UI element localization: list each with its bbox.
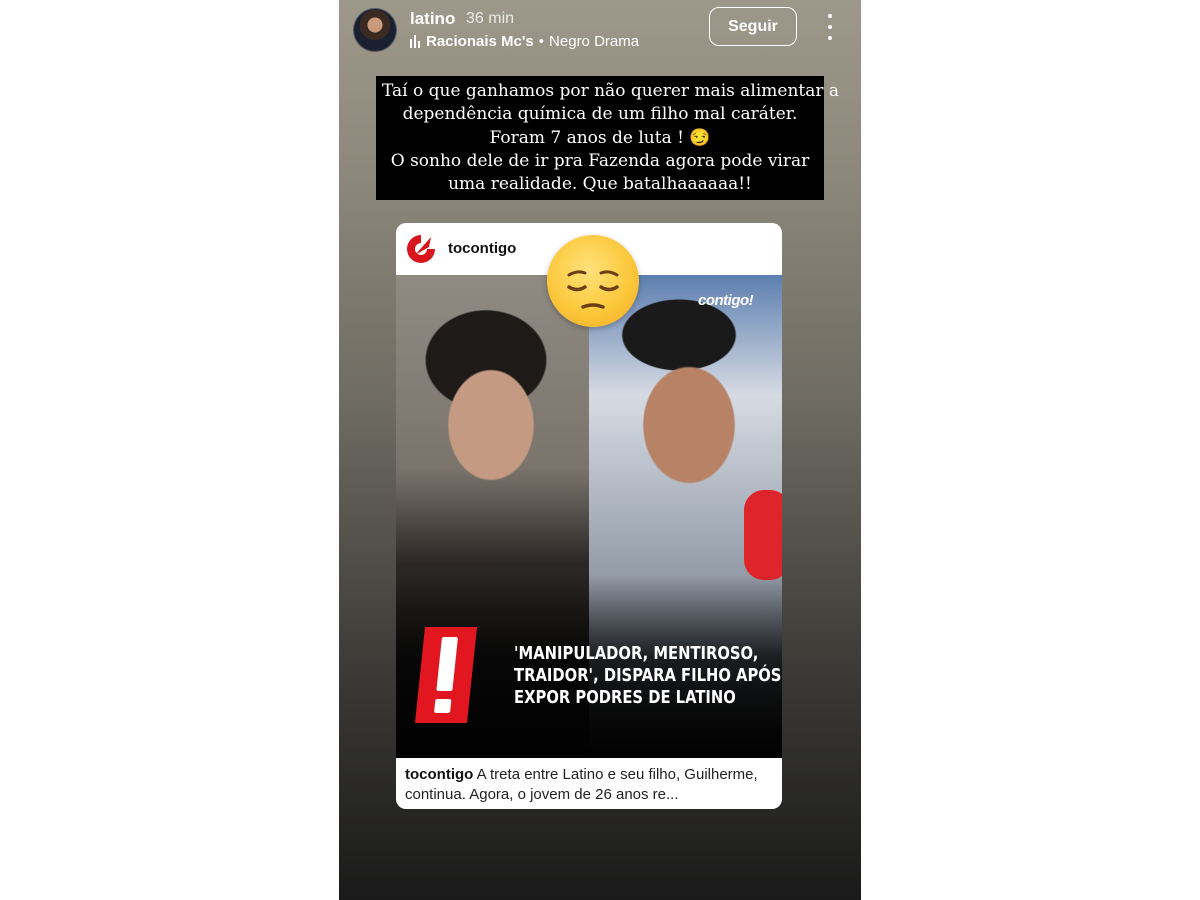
story-caption-text: Taí o que ganhamos por não querer mais a… [376, 76, 840, 201]
caption-line: uma realidade. Que batalhaaaaaa!! [448, 174, 752, 195]
caption-line: Foram 7 anos de luta ! 😏 [489, 127, 711, 148]
story-viewer: latino 36 min Racionais Mc's • Negro Dra… [339, 0, 861, 900]
tocontigo-logo-icon [405, 233, 437, 265]
profile-avatar[interactable] [353, 8, 397, 52]
music-track: Negro Drama [549, 33, 640, 50]
music-attribution[interactable]: Racionais Mc's • Negro Drama [410, 33, 639, 50]
caption-line: Taí o que ganhamos por não querer mais a… [382, 81, 840, 101]
shared-post-card[interactable]: tocontigo contigo! 'Manipulador, mentiro… [396, 223, 782, 809]
caption-line: dependência química de um filho mal cará… [402, 104, 798, 125]
post-image: contigo! 'Manipulador, mentiroso, traido… [396, 275, 782, 758]
post-account-name[interactable]: tocontigo [448, 240, 516, 257]
more-options-icon[interactable] [821, 14, 839, 40]
music-artist: Racionais Mc's [426, 33, 534, 50]
music-bars-icon [410, 35, 420, 48]
post-caption: tocontigo A treta entre Latino e seu fil… [405, 765, 775, 804]
music-separator: • [538, 33, 545, 50]
post-caption-account[interactable]: tocontigo [405, 766, 473, 783]
post-headline: 'Manipulador, mentiroso, traidor', dispa… [514, 643, 782, 709]
caption-line: O sonho dele de ir pra Fazenda agora pod… [390, 150, 810, 171]
pensive-face-emoji-icon[interactable] [547, 235, 639, 327]
headline-line: traidor', dispara filho após [514, 665, 782, 686]
username[interactable]: latino [410, 9, 455, 29]
exclamation-badge-icon [414, 627, 478, 723]
headline-line: expor podres de Latino [514, 687, 736, 708]
follow-button[interactable]: Seguir [709, 7, 797, 46]
post-time: 36 min [466, 10, 515, 27]
contigo-watermark: contigo! [698, 292, 754, 309]
microphone-graphic [744, 490, 782, 580]
headline-line: 'Manipulador, mentiroso, [514, 643, 759, 664]
